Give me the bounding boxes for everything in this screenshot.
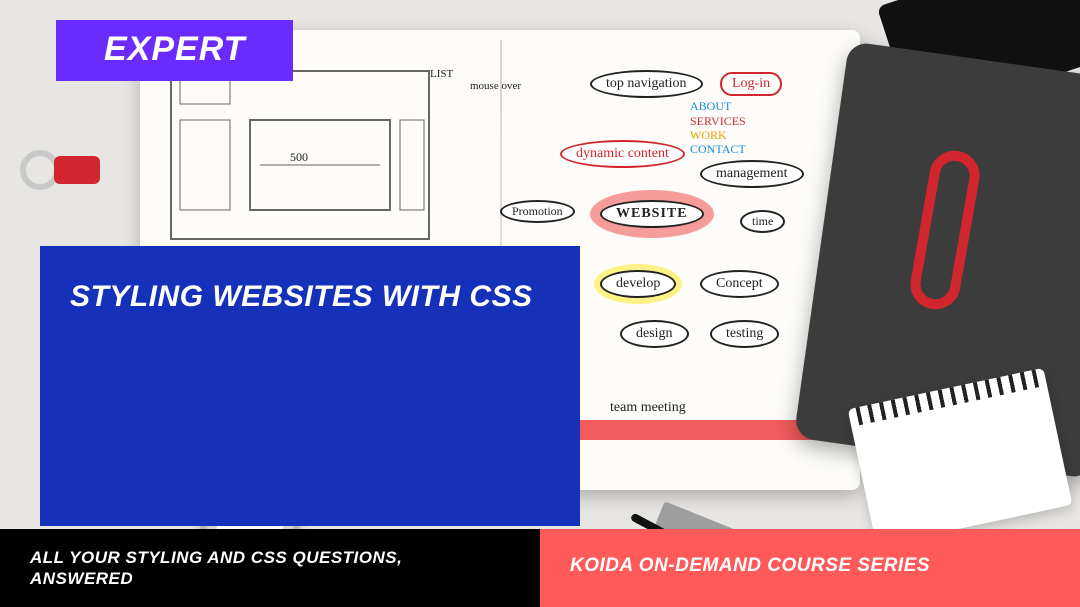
sketch-login: Log-in [720, 72, 782, 96]
sketch-sidebar-services: SERVICES [690, 114, 746, 129]
course-title-panel: STYLING WEBSITES WITH CSS [40, 246, 580, 526]
sketch-concept: Concept [700, 270, 779, 298]
course-title: STYLING WEBSITES WITH CSS [70, 280, 550, 314]
key-icon [20, 150, 110, 190]
sketch-design: design [620, 320, 689, 348]
footer-bar: ALL YOUR STYLING AND CSS QUESTIONS, ANSW… [0, 529, 1080, 607]
sketch-sidebar-about: ABOUT [690, 100, 731, 113]
sketch-testing: testing [710, 320, 779, 348]
sketch-promotion: Promotion [500, 200, 575, 223]
sketch-sidebar-contact: CONTACT [690, 142, 746, 157]
slide: top navigation Log-in LIST mouse over AB… [0, 0, 1080, 607]
sketch-management: management [700, 160, 804, 188]
sketch-time: time [740, 210, 785, 233]
sketch-list: LIST [430, 68, 453, 80]
sketch-mouse-over: mouse over [470, 80, 521, 92]
sketch-develop: develop [600, 270, 676, 298]
wireframe-sketch [170, 70, 430, 240]
footer-series: KOIDA ON-DEMAND COURSE SERIES [540, 529, 1080, 607]
sketch-website: WEBSITE [600, 200, 704, 228]
level-badge: EXPERT [56, 20, 293, 81]
sketch-sidebar-work: WORK [690, 128, 727, 143]
sketch-top-navigation: top navigation [590, 70, 703, 98]
sketch-team-meeting: team meeting [610, 400, 686, 416]
sketch-dynamic-content: dynamic content [560, 140, 685, 168]
footer-tagline: ALL YOUR STYLING AND CSS QUESTIONS, ANSW… [0, 529, 540, 607]
